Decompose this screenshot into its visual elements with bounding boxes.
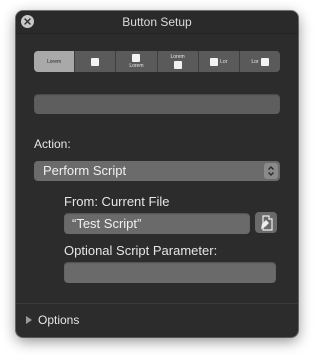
options-disclosure[interactable]: Options: [26, 313, 79, 327]
title-bar: Button Setup: [16, 11, 298, 34]
segment-icon-only[interactable]: [75, 51, 117, 72]
square-icon: [210, 57, 219, 66]
segment-label: Lor: [251, 58, 259, 65]
script-name-field[interactable]: “Test Script”: [64, 213, 250, 234]
chevron-up-down-icon: [264, 163, 278, 179]
script-name-value: “Test Script”: [72, 216, 142, 231]
square-icon: [132, 54, 141, 62]
from-file-label: From: Current File: [64, 194, 170, 209]
window-title: Button Setup: [122, 15, 192, 29]
options-label: Options: [38, 313, 80, 327]
action-label: Action:: [34, 137, 71, 151]
segment-label: Lor: [220, 58, 228, 65]
segment-label: Lorem: [170, 54, 185, 60]
segment-text-top-icon-bottom[interactable]: Lorem: [158, 51, 199, 72]
segment-icon-top-text-bottom[interactable]: Lorem: [116, 51, 158, 72]
label-layout-segmented-control: Lorem Lorem Lorem Lor Lor: [34, 51, 280, 72]
square-icon: [173, 61, 182, 69]
square-icon: [91, 57, 100, 66]
segment-text-only[interactable]: Lorem: [34, 51, 76, 72]
script-parameter-field[interactable]: [64, 262, 276, 283]
button-setup-window: Button Setup Lorem Lorem Lorem Lor Lor A…: [16, 11, 298, 337]
disclosure-triangle-icon: [26, 316, 32, 324]
action-popup[interactable]: Perform Script: [34, 161, 280, 181]
square-icon: [260, 57, 269, 66]
script-edit-icon: [261, 214, 273, 231]
divider: [16, 303, 298, 304]
button-label-field[interactable]: [34, 94, 280, 114]
segment-label: Lorem: [46, 58, 62, 65]
specify-script-button[interactable]: [255, 212, 277, 233]
segment-label: Lorem: [129, 63, 144, 69]
action-selected-value: Perform Script: [43, 163, 127, 178]
segment-text-left-icon-right[interactable]: Lor: [240, 51, 280, 72]
segment-icon-left-text-right[interactable]: Lor: [199, 51, 240, 72]
parameter-label: Optional Script Parameter:: [64, 243, 218, 258]
